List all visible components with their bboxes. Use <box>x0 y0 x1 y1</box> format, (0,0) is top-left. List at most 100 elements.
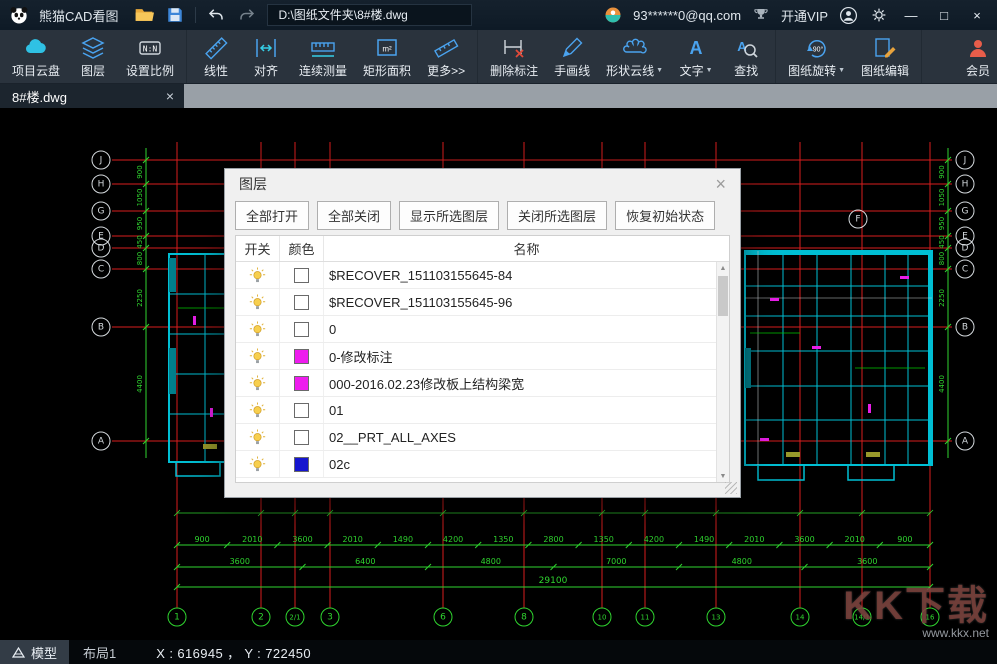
svg-text:B: B <box>962 323 968 333</box>
layer-row[interactable]: 01 <box>236 397 716 424</box>
layer-color-swatch[interactable] <box>294 268 309 283</box>
svg-text:7000: 7000 <box>606 557 626 566</box>
layer-color-cell <box>280 424 324 450</box>
layer-color-swatch[interactable] <box>294 403 309 418</box>
toolbar-freehand[interactable]: 手画线 <box>546 30 598 83</box>
svg-text:3600: 3600 <box>857 557 877 566</box>
toolbar-linear[interactable]: 线性 <box>191 30 241 83</box>
svg-text:3: 3 <box>327 613 333 623</box>
chevron-down-icon: ▼ <box>656 67 663 74</box>
rotate-icon: 90° <box>804 35 830 61</box>
toolbar-layers[interactable]: 图层 <box>68 30 118 83</box>
layer-color-swatch[interactable] <box>294 349 309 364</box>
layer-name: 01 <box>324 403 716 418</box>
toolbar-item-label: 图纸旋转▼ <box>788 62 845 79</box>
layer-color-swatch[interactable] <box>294 430 309 445</box>
svg-text:A: A <box>962 437 969 447</box>
layer-row[interactable]: 0 <box>236 316 716 343</box>
close-button[interactable]: × <box>965 8 989 23</box>
user-icon[interactable] <box>837 4 859 26</box>
svg-text:10: 10 <box>598 614 607 622</box>
titlebar: 熊猫CAD看图 D:\图纸文件夹\8#楼.dwg 93******0@qq.co… <box>0 0 997 30</box>
layer-bulb-on-icon[interactable] <box>236 451 280 477</box>
save-icon[interactable] <box>164 4 186 26</box>
account-email[interactable]: 93******0@qq.com <box>633 8 741 23</box>
open-folder-icon[interactable] <box>133 4 155 26</box>
toolbar-align[interactable]: 对齐 <box>241 30 291 83</box>
toolbar-member[interactable]: 会员 <box>953 30 997 83</box>
layer-color-cell <box>280 289 324 315</box>
right-building-walls <box>745 251 932 480</box>
model-space-tab[interactable]: 模型 <box>0 640 69 664</box>
layer-bulb-on-icon[interactable] <box>236 262 280 288</box>
hide-selected-layers-button[interactable]: 关闭所选图层 <box>507 201 607 230</box>
toolbar-scale[interactable]: N:N设置比例 <box>118 30 182 83</box>
svg-text:H: H <box>98 180 105 190</box>
open-all-layers-button[interactable]: 全部打开 <box>235 201 309 230</box>
layer-row[interactable]: $RECOVER_151103155645-84 <box>236 262 716 289</box>
layer-name: 000-2016.02.23修改板上结构梁宽 <box>324 374 716 393</box>
layer-bulb-on-icon[interactable] <box>236 370 280 396</box>
dialog-resize-grip[interactable] <box>725 482 737 494</box>
dialog-titlebar[interactable]: 图层 × <box>225 169 740 199</box>
layer-row[interactable]: 0-修改标注 <box>236 343 716 370</box>
layer-bulb-on-icon[interactable] <box>236 289 280 315</box>
layer-row[interactable]: 02__PRT_ALL_AXES <box>236 424 716 451</box>
undo-icon[interactable] <box>205 4 227 26</box>
layer-bulb-on-icon[interactable] <box>236 316 280 342</box>
scroll-down-icon[interactable]: ▼ <box>717 470 729 482</box>
show-selected-layers-button[interactable]: 显示所选图层 <box>399 201 499 230</box>
minimize-button[interactable]: — <box>899 8 923 23</box>
align-icon <box>253 35 279 61</box>
toolbar-rotate[interactable]: 90°图纸旋转▼ <box>780 30 853 83</box>
toolbar-find[interactable]: A查找 <box>721 30 771 83</box>
dialog-close-icon[interactable]: × <box>711 175 730 193</box>
layer-color-swatch[interactable] <box>294 457 309 472</box>
svg-text:1050: 1050 <box>938 189 946 207</box>
toolbar-cloud[interactable]: 项目云盘 <box>4 30 68 83</box>
text-icon: A <box>683 35 709 61</box>
tab-close-icon[interactable]: × <box>166 88 174 104</box>
account-avatar-icon[interactable] <box>602 4 624 26</box>
scroll-up-icon[interactable]: ▲ <box>717 262 729 274</box>
layers-table-header: 开关 颜色 名称 <box>236 236 729 262</box>
maximize-button[interactable]: □ <box>932 8 956 23</box>
drawing-canvas[interactable]: 122/13681011131414/116JJHHGGEEDDCCBBAAF9… <box>0 108 997 640</box>
layer-color-swatch[interactable] <box>294 376 309 391</box>
layer-color-swatch[interactable] <box>294 322 309 337</box>
layout1-tab[interactable]: 布局1 <box>69 640 130 664</box>
open-vip-link[interactable]: 开通VIP <box>781 6 828 25</box>
svg-text:800: 800 <box>938 252 946 265</box>
restore-initial-state-button[interactable]: 恢复初始状态 <box>615 201 715 230</box>
layers-table-body: $RECOVER_151103155645-84 $RECOVER_1511031… <box>236 262 716 482</box>
svg-text:4400: 4400 <box>938 375 946 393</box>
toolbar-area[interactable]: m²矩形面积 <box>355 30 419 83</box>
toolbar-more[interactable]: 更多>> <box>419 30 473 83</box>
vip-trophy-icon[interactable] <box>750 4 772 26</box>
layer-row[interactable]: 000-2016.02.23修改板上结构梁宽 <box>236 370 716 397</box>
toolbar-cloudline[interactable]: 形状云线▼ <box>598 30 671 83</box>
layer-name: $RECOVER_151103155645-84 <box>324 268 716 283</box>
layer-color-swatch[interactable] <box>294 295 309 310</box>
layout-tab-label: 布局1 <box>83 643 116 662</box>
layer-bulb-on-icon[interactable] <box>236 397 280 423</box>
toolbar-text[interactable]: A文字▼ <box>671 30 721 83</box>
layer-bulb-on-icon[interactable] <box>236 424 280 450</box>
svg-text:J: J <box>99 156 103 166</box>
toolbar-edit[interactable]: 图纸编辑 <box>853 30 917 83</box>
file-path-field[interactable]: D:\图纸文件夹\8#楼.dwg <box>267 4 472 26</box>
close-all-layers-button[interactable]: 全部关闭 <box>317 201 391 230</box>
toolbar-group: 会员 <box>949 30 997 83</box>
layer-row[interactable]: $RECOVER_151103155645-96 <box>236 289 716 316</box>
layer-row[interactable]: 02c <box>236 451 716 478</box>
titlebar-right: 93******0@qq.com 开通VIP — □ × <box>602 4 989 26</box>
toolbar-group: 90°图纸旋转▼图纸编辑 <box>776 30 922 83</box>
table-scrollbar[interactable]: ▲ ▼ <box>716 262 729 482</box>
scrollbar-thumb[interactable] <box>718 276 728 316</box>
layer-bulb-on-icon[interactable] <box>236 343 280 369</box>
toolbar-delete-annotation[interactable]: 删除标注 <box>482 30 546 83</box>
settings-gear-icon[interactable] <box>868 4 890 26</box>
redo-icon[interactable] <box>236 4 258 26</box>
toolbar-measure[interactable]: 连续测量 <box>291 30 355 83</box>
document-tab[interactable]: 8#楼.dwg × <box>0 84 184 108</box>
